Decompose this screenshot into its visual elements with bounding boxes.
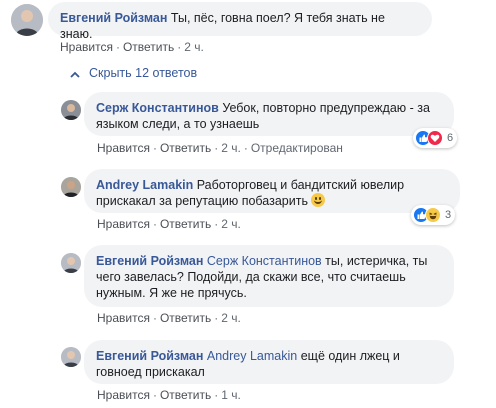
reply-button[interactable]: Ответить	[160, 388, 211, 402]
comment-bubble: Евгений Ройзман Ты, пёс, говна поел? Я т…	[48, 2, 432, 41]
separator-dot: ·	[152, 217, 157, 231]
comment-text: прискакал за репутацию побазарить	[96, 194, 308, 208]
timestamp[interactable]: 2 ч.	[221, 311, 241, 325]
chevron-up-icon	[70, 71, 80, 78]
comment-actions: Нравится · Ответить · 1 ч.	[97, 388, 241, 402]
comment-author[interactable]: Andrey Lamakin	[96, 178, 193, 192]
avatar[interactable]	[61, 347, 81, 367]
like-button[interactable]: Нравится	[60, 40, 113, 54]
separator-dot: ·	[152, 141, 157, 155]
separator-dot: ·	[115, 40, 120, 54]
comment-text: Уебок, повторно предупреждаю - за	[222, 101, 430, 115]
comment-bubble: Andrey Lamakin Работорговец и бандитский…	[84, 169, 460, 213]
comment-actions: Нравится · Ответить · 2 ч. · Отредактирован	[97, 141, 343, 155]
timestamp[interactable]: 2 ч.	[221, 141, 241, 155]
reactions-count: 3	[445, 209, 452, 221]
separator-dot: ·	[177, 40, 182, 54]
comment-text: языком следи, а то узнаешь	[96, 117, 260, 131]
separator-dot: ·	[243, 141, 248, 155]
reply-button[interactable]: Ответить	[123, 40, 174, 54]
like-button[interactable]: Нравится	[97, 311, 150, 325]
comment-text: нужным. Я же не прячусь.	[96, 286, 247, 300]
profile-photo-icon	[61, 347, 81, 367]
comment-bubble: Евгений Ройзман Andrey Lamakin ещё один …	[84, 340, 454, 384]
comment-text: чего завелась? Подойди, да скажи все, чт…	[96, 270, 406, 284]
reply-button[interactable]: Ответить	[160, 141, 211, 155]
reply-button[interactable]: Ответить	[160, 311, 211, 325]
comment-author[interactable]: Евгений Ройзман	[60, 11, 167, 25]
separator-dot: ·	[214, 388, 219, 402]
comment-author[interactable]: Евгений Ройзман	[96, 254, 203, 268]
comment-actions: Нравится · Ответить · 2 ч.	[60, 40, 204, 54]
separator-dot: ·	[152, 311, 157, 325]
comment-actions: Нравится · Ответить · 2 ч.	[97, 311, 241, 325]
separator-dot: ·	[214, 217, 219, 231]
hide-replies-label: Скрыть 12 ответов	[89, 66, 198, 80]
comment-text: говноед прискакал	[96, 365, 205, 379]
timestamp[interactable]: 1 ч.	[221, 388, 241, 402]
timestamp[interactable]: 2 ч.	[184, 40, 204, 54]
avatar[interactable]	[61, 253, 81, 273]
love-icon	[427, 130, 443, 146]
comment-text: Работорговец и бандитский ювелир	[196, 178, 405, 192]
comment-bubble: Серж Константинов Уебок, повторно предуп…	[84, 92, 454, 136]
reactions-count: 6	[447, 132, 454, 144]
edited-label[interactable]: Отредактирован	[251, 141, 343, 155]
haha-icon	[425, 207, 441, 223]
comment-text: ещё один лжец и	[300, 349, 400, 363]
reactions-summary[interactable]: 3	[411, 205, 456, 225]
like-button[interactable]: Нравится	[97, 217, 150, 231]
like-button[interactable]: Нравится	[97, 141, 150, 155]
comments-thread: Евгений Ройзман Ты, пёс, говна поел? Я т…	[0, 0, 496, 408]
profile-photo-icon	[61, 253, 81, 273]
reply-button[interactable]: Ответить	[160, 217, 211, 231]
comment-actions: Нравится · Ответить · 2 ч.	[97, 217, 241, 231]
separator-dot: ·	[152, 388, 157, 402]
timestamp[interactable]: 2 ч.	[221, 217, 241, 231]
separator-dot: ·	[214, 311, 219, 325]
avatar[interactable]	[61, 100, 81, 120]
avatar[interactable]	[61, 177, 81, 197]
separator-dot: ·	[214, 141, 219, 155]
hide-replies-button[interactable]: Скрыть 12 ответов	[70, 66, 197, 80]
like-button[interactable]: Нравится	[97, 388, 150, 402]
smile-emoji-icon	[311, 193, 326, 207]
comment-author[interactable]: Евгений Ройзман	[96, 349, 203, 363]
profile-photo-icon	[61, 100, 81, 120]
comment-bubble: Евгений Ройзман Серж Константинов ты, ис…	[84, 245, 454, 307]
profile-photo-icon	[61, 177, 81, 197]
comment-author[interactable]: Серж Константинов	[96, 101, 219, 115]
mention-link[interactable]: Andrey Lamakin	[207, 349, 297, 363]
mention-link[interactable]: Серж Константинов	[207, 254, 322, 268]
comment-text: ты, истеричка, ты	[325, 254, 428, 268]
profile-photo-icon	[11, 4, 43, 36]
reactions-summary[interactable]: 6	[413, 128, 458, 148]
avatar[interactable]	[11, 4, 43, 36]
